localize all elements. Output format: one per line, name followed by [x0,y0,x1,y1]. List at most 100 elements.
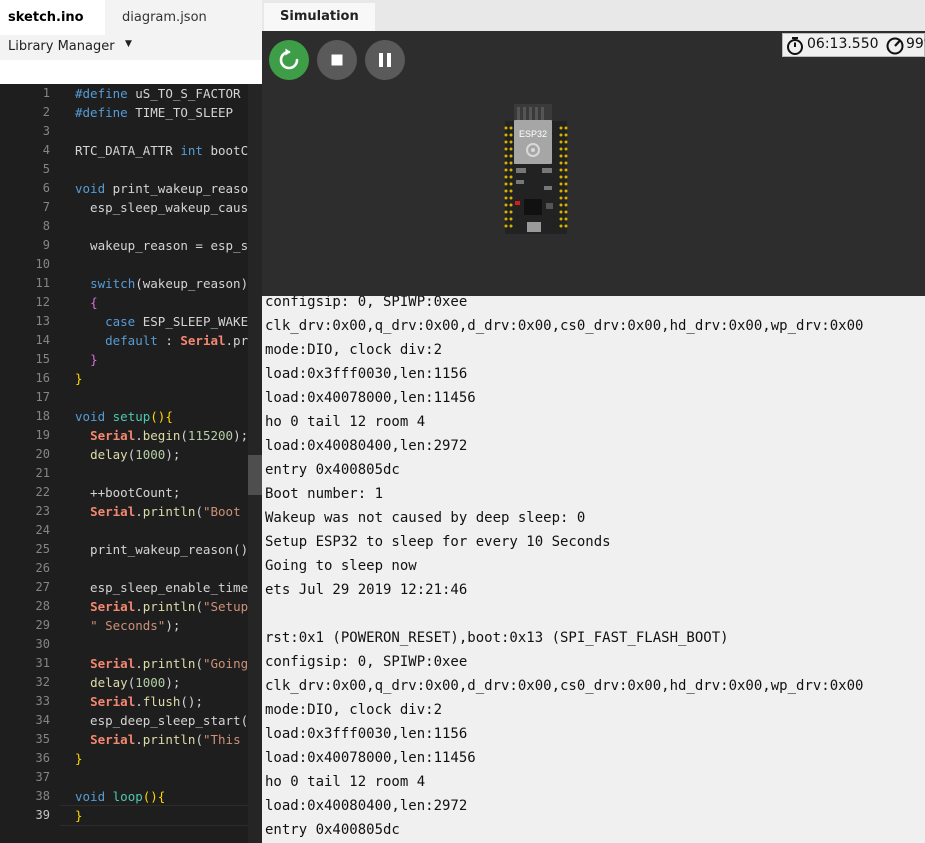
line-number: 8 [42,219,50,233]
code-line[interactable]: delay(1000); [75,673,180,692]
serial-line: load:0x3fff0030,len:1156 [265,366,468,382]
restart-button[interactable] [269,40,309,80]
serial-line: configsip: 0, SPIWP:0xee [265,654,468,670]
code-line[interactable]: #define uS_TO_S_FACTOR 1000000 [75,84,262,103]
code-line[interactable]: void print_wakeup_reason(){ [75,179,262,198]
line-number: 7 [42,200,50,214]
code-line[interactable]: Serial.println("This will never be"); [75,730,262,749]
serial-line: clk_drv:0x00,q_drv:0x00,d_drv:0x00,cs0_d… [265,318,864,334]
line-number: 30 [35,637,50,651]
code-line[interactable]: default : Serial.printf(); [75,331,262,350]
code-line[interactable]: } [75,369,83,388]
serial-line: load:0x40080400,len:2972 [265,798,468,814]
code-line[interactable]: { [75,293,98,312]
serial-line: Boot number: 1 [265,486,384,502]
line-number: 14 [35,333,50,347]
code-line[interactable]: } [75,350,98,369]
code-line[interactable]: } [75,749,83,768]
pause-button[interactable] [365,40,405,80]
line-number: 25 [35,542,50,556]
serial-monitor[interactable]: configsip: 0, SPIWP:0xee clk_drv:0x00,q_d… [262,296,925,843]
line-number: 21 [35,466,50,480]
simulation-speed: 99% [906,36,925,52]
simulation-timer: 06:13.550 99% [782,33,925,57]
tab-simulation[interactable]: Simulation [264,3,375,31]
line-number: 34 [35,713,50,727]
line-number: 12 [35,295,50,309]
line-number: 27 [35,580,50,594]
serial-line: ho 0 tail 12 room 4 [265,414,426,430]
esp32-board[interactable]: ESP32 [502,104,570,236]
code-line[interactable]: RTC_DATA_ATTR int bootCount = 0; [75,141,262,160]
code-line[interactable]: ++bootCount; [75,483,180,502]
serial-line: load:0x40078000,len:11456 [265,390,476,406]
code-line[interactable]: case ESP_SLEEP_WAKEUP_TIMER : Serial.pri… [75,312,262,331]
code-line[interactable]: Serial.println("Setup ESP32 to sleep" [75,597,262,616]
code-line[interactable]: } [75,806,83,825]
tab-diagram-json[interactable]: diagram.json [114,0,215,35]
code-line[interactable]: print_wakeup_reason(); [75,540,256,559]
line-number: 31 [35,656,50,670]
code-line[interactable]: esp_sleep_enable_timer_wakeup(); [75,578,262,597]
line-number: 38 [35,789,50,803]
simulation-tab-bar: Simulation [262,0,925,31]
line-number: 32 [35,675,50,689]
elapsed-time: 06:13.550 [807,36,879,52]
code-line[interactable]: esp_deep_sleep_start(); [75,711,262,730]
simulation-canvas[interactable]: 06:13.550 99% ESP32 [262,31,925,296]
code-line[interactable]: void setup(){ [75,407,173,426]
pause-icon [379,53,391,67]
code-line[interactable]: delay(1000); [75,445,180,464]
tab-sketch-ino[interactable]: sketch.ino [0,0,105,57]
library-manager-button[interactable]: Library Manager [8,35,115,58]
line-number: 11 [35,276,50,290]
stop-button[interactable] [317,40,357,80]
tab-label: sketch.ino [8,10,84,25]
line-number: 24 [35,523,50,537]
chevron-down-icon[interactable]: ▼ [125,39,132,49]
code-line[interactable]: Serial.begin(115200); [75,426,248,445]
line-number: 23 [35,504,50,518]
code-line[interactable]: void loop(){ [75,787,165,806]
code-line[interactable]: wakeup_reason = esp_sleep_get_wakeup_cau… [75,236,262,255]
current-line-highlight [60,805,250,826]
line-number: 17 [35,390,50,404]
line-number: 20 [35,447,50,461]
line-number: 37 [35,770,50,784]
line-number: 15 [35,352,50,366]
code-line[interactable]: Serial.println("Boot number: "); [75,502,262,521]
line-number: 36 [35,751,50,765]
editor-scrollbar-thumb[interactable] [248,455,262,495]
serial-line: clk_drv:0x00,q_drv:0x00,d_drv:0x00,cs0_d… [265,678,864,694]
line-number: 16 [35,371,50,385]
tab-label: diagram.json [122,10,207,25]
line-number: 29 [35,618,50,632]
line-number: 13 [35,314,50,328]
serial-line: Wakeup was not caused by deep sleep: 0 [265,510,586,526]
line-number: 18 [35,409,50,423]
code-line[interactable]: " Seconds"); [75,616,180,635]
line-number: 10 [35,257,50,271]
line-number: 4 [42,143,50,157]
line-number: 26 [35,561,50,575]
code-editor[interactable]: 1 #define uS_TO_S_FACTOR 1000000 2 #define … [0,84,262,843]
line-number: 35 [35,732,50,746]
line-number: 2 [42,105,50,119]
serial-line: entry 0x400805dc [265,462,400,478]
code-line[interactable]: esp_sleep_wakeup_cause_t wakeup_reason; [75,198,262,217]
line-number: 1 [42,86,50,100]
code-line[interactable]: #define TIME_TO_SLEEP 10 [75,103,262,122]
serial-line: rst:0x1 (POWERON_RESET),boot:0x13 (SPI_F… [265,630,729,646]
serial-line: ho 0 tail 12 room 4 [265,774,426,790]
code-line[interactable]: switch(wakeup_reason) [75,274,248,293]
serial-line: load:0x40078000,len:11456 [265,750,476,766]
serial-line: ets Jul 29 2019 12:21:46 [265,582,468,598]
stop-icon [331,54,343,66]
line-number: 22 [35,485,50,499]
code-line[interactable]: Serial.println("Going to sleep now"); [75,654,262,673]
serial-line: load:0x40080400,len:2972 [265,438,468,454]
code-line[interactable]: Serial.flush(); [75,692,203,711]
line-number: 28 [35,599,50,613]
line-number: 39 [35,808,50,822]
serial-line: Setup ESP32 to sleep for every 10 Second… [265,534,611,550]
